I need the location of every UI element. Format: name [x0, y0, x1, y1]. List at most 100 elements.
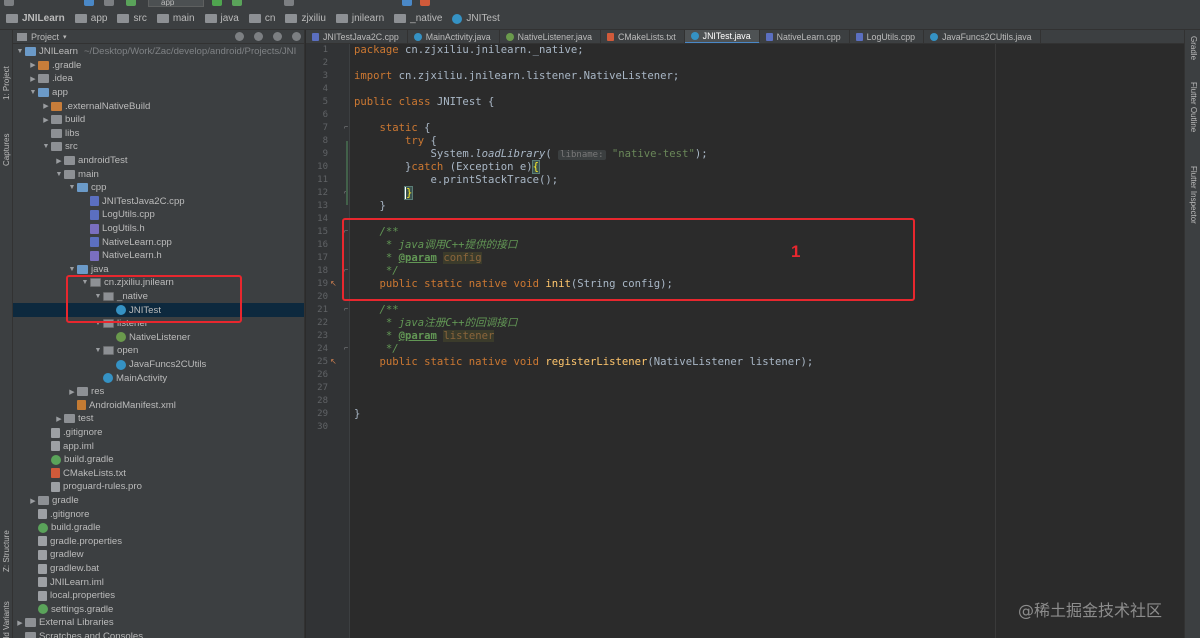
chevron-right-icon[interactable]: ▶	[41, 116, 51, 124]
tree-item[interactable]: CMakeLists.txt	[13, 467, 304, 481]
tree-item[interactable]: local.properties	[13, 589, 304, 603]
fold-icon[interactable]: ⌐	[344, 124, 348, 131]
tree-item[interactable]: NativeLearn.h	[13, 249, 304, 263]
breadcrumb-item[interactable]: JNITest	[452, 13, 500, 24]
breadcrumb-item[interactable]: cn	[248, 13, 275, 24]
chevron-down-icon[interactable]: ▼	[67, 184, 77, 191]
profile-icon[interactable]	[284, 0, 294, 6]
native-method-gutter-icon[interactable]: ↖	[330, 279, 337, 288]
chevron-down-icon[interactable]: ▼	[93, 347, 103, 354]
tree-item[interactable]: ▶ .idea	[13, 72, 304, 86]
tree-item[interactable]: JNITestJava2C.cpp	[13, 195, 304, 209]
project-view-select[interactable]: Project	[31, 32, 59, 42]
tree-item[interactable]: LogUtils.h	[13, 222, 304, 236]
tree-item[interactable]: .gitignore	[13, 507, 304, 521]
tree-item[interactable]: NativeLearn.cpp	[13, 235, 304, 249]
tree-item[interactable]: ▶ .gradle	[13, 59, 304, 73]
tree-item[interactable]: build.gradle	[13, 521, 304, 535]
hide-icon[interactable]	[292, 32, 301, 41]
chevron-right-icon[interactable]: ▶	[28, 497, 38, 505]
tree-item[interactable]: gradlew	[13, 548, 304, 562]
tree-item[interactable]: gradle.properties	[13, 535, 304, 549]
tree-item[interactable]: ▼ main	[13, 167, 304, 181]
breadcrumb-item[interactable]: src	[117, 13, 147, 24]
chevron-right-icon[interactable]: ▶	[15, 619, 25, 627]
build-variants-tool-tab[interactable]: Build Variants	[0, 570, 13, 638]
tree-item[interactable]: build.gradle	[13, 453, 304, 467]
chevron-down-icon[interactable]: ▼	[15, 48, 25, 55]
editor-tab[interactable]: JNITest.java	[684, 30, 760, 43]
breadcrumb-item[interactable]: JNILearn	[6, 13, 65, 24]
tree-item[interactable]: ▶ External Libraries	[13, 616, 304, 630]
editor-tab[interactable]: LogUtils.cpp	[850, 30, 925, 43]
tree-item[interactable]: ▼ JNILearn ~/Desktop/Work/Zac/develop/andr…	[13, 45, 304, 59]
editor-tab[interactable]: JavaFuncs2CUtils.java	[924, 30, 1041, 43]
tree-item[interactable]: ▶ gradle	[13, 494, 304, 508]
tree-item[interactable]: AndroidManifest.xml	[13, 399, 304, 413]
settings-icon[interactable]	[273, 32, 282, 41]
tree-item[interactable]: ▼ src	[13, 140, 304, 154]
forward-icon[interactable]	[104, 0, 114, 6]
captures-tool-tab[interactable]: Captures	[0, 106, 13, 166]
breadcrumb-item[interactable]: main	[156, 13, 195, 24]
tree-item[interactable]: ▶ test	[13, 412, 304, 426]
sdk-manager-icon[interactable]	[402, 0, 412, 6]
tree-item[interactable]: NativeListener	[13, 331, 304, 345]
chevron-right-icon[interactable]: ▶	[41, 102, 51, 110]
tree-item[interactable]: MainActivity	[13, 371, 304, 385]
breadcrumb-item[interactable]: _native	[394, 13, 442, 24]
tree-item[interactable]: settings.gradle	[13, 603, 304, 617]
breadcrumb-item[interactable]: zjxiliu	[285, 13, 326, 24]
breadcrumb-item[interactable]: jnilearn	[335, 13, 384, 24]
tree-item[interactable]: ▼ app	[13, 86, 304, 100]
flutter-outline-tool-tab[interactable]: Flutter Outline	[1187, 82, 1200, 132]
flutter-inspector-tool-tab[interactable]: Flutter Inspector	[1187, 166, 1200, 224]
tree-item[interactable]: ▼ cpp	[13, 181, 304, 195]
editor-tab[interactable]: NativeLearn.cpp	[760, 30, 850, 43]
chevron-down-icon[interactable]: ▾	[63, 33, 67, 41]
run-icon[interactable]	[212, 0, 222, 6]
collapse-all-icon[interactable]	[254, 32, 263, 41]
structure-tool-tab[interactable]: Z: Structure	[0, 496, 13, 572]
breadcrumb-item[interactable]: java	[204, 13, 239, 24]
chevron-right-icon[interactable]: ▶	[67, 388, 77, 396]
tree-item[interactable]: ▶ androidTest	[13, 154, 304, 168]
chevron-right-icon[interactable]: ▶	[54, 415, 64, 423]
chevron-down-icon[interactable]: ▼	[28, 89, 38, 96]
hammer-icon[interactable]	[4, 0, 14, 6]
tree-item[interactable]: proguard-rules.pro	[13, 480, 304, 494]
project-tool-tab[interactable]: 1: Project	[0, 34, 13, 100]
tree-item[interactable]: Scratches and Consoles	[13, 630, 304, 638]
tree-item[interactable]: JavaFuncs2CUtils	[13, 358, 304, 372]
tree-item[interactable]: app.iml	[13, 439, 304, 453]
device-manager-icon[interactable]	[420, 0, 430, 6]
code-editor[interactable]: package cn.zjxiliu.jnilearn._native; imp…	[350, 44, 1184, 638]
editor-tab[interactable]: MainActivity.java	[408, 30, 500, 43]
chevron-right-icon[interactable]: ▶	[28, 61, 38, 69]
chevron-down-icon[interactable]: ▼	[67, 266, 77, 273]
tree-item[interactable]: ▶ res	[13, 385, 304, 399]
sync-icon[interactable]	[235, 32, 244, 41]
make-icon[interactable]	[126, 0, 136, 6]
tree-item[interactable]: ▶ build	[13, 113, 304, 127]
back-icon[interactable]	[84, 0, 94, 6]
editor-tab[interactable]: NativeListener.java	[500, 30, 601, 43]
editor-tab[interactable]: CMakeLists.txt	[601, 30, 685, 43]
tree-item[interactable]: gradlew.bat	[13, 562, 304, 576]
chevron-down-icon[interactable]: ▼	[41, 143, 51, 150]
run-configuration-select[interactable]: app	[148, 0, 204, 7]
native-method-gutter-icon[interactable]: ↖	[330, 357, 337, 366]
editor-tab[interactable]: JNITestJava2C.cpp	[306, 30, 408, 43]
tree-item[interactable]: .gitignore	[13, 426, 304, 440]
breadcrumb-item[interactable]: app	[74, 13, 107, 24]
debug-icon[interactable]	[232, 0, 242, 6]
tree-item[interactable]: ▼ open	[13, 344, 304, 358]
chevron-right-icon[interactable]: ▶	[28, 75, 38, 83]
tree-item[interactable]: libs	[13, 127, 304, 141]
tree-item[interactable]: LogUtils.cpp	[13, 208, 304, 222]
fold-icon[interactable]: ⌐	[344, 306, 348, 313]
gradle-tool-tab[interactable]: Gradle	[1187, 36, 1200, 60]
tree-item[interactable]: ▶ .externalNativeBuild	[13, 99, 304, 113]
tree-item[interactable]: JNILearn.iml	[13, 575, 304, 589]
chevron-right-icon[interactable]: ▶	[54, 157, 64, 165]
